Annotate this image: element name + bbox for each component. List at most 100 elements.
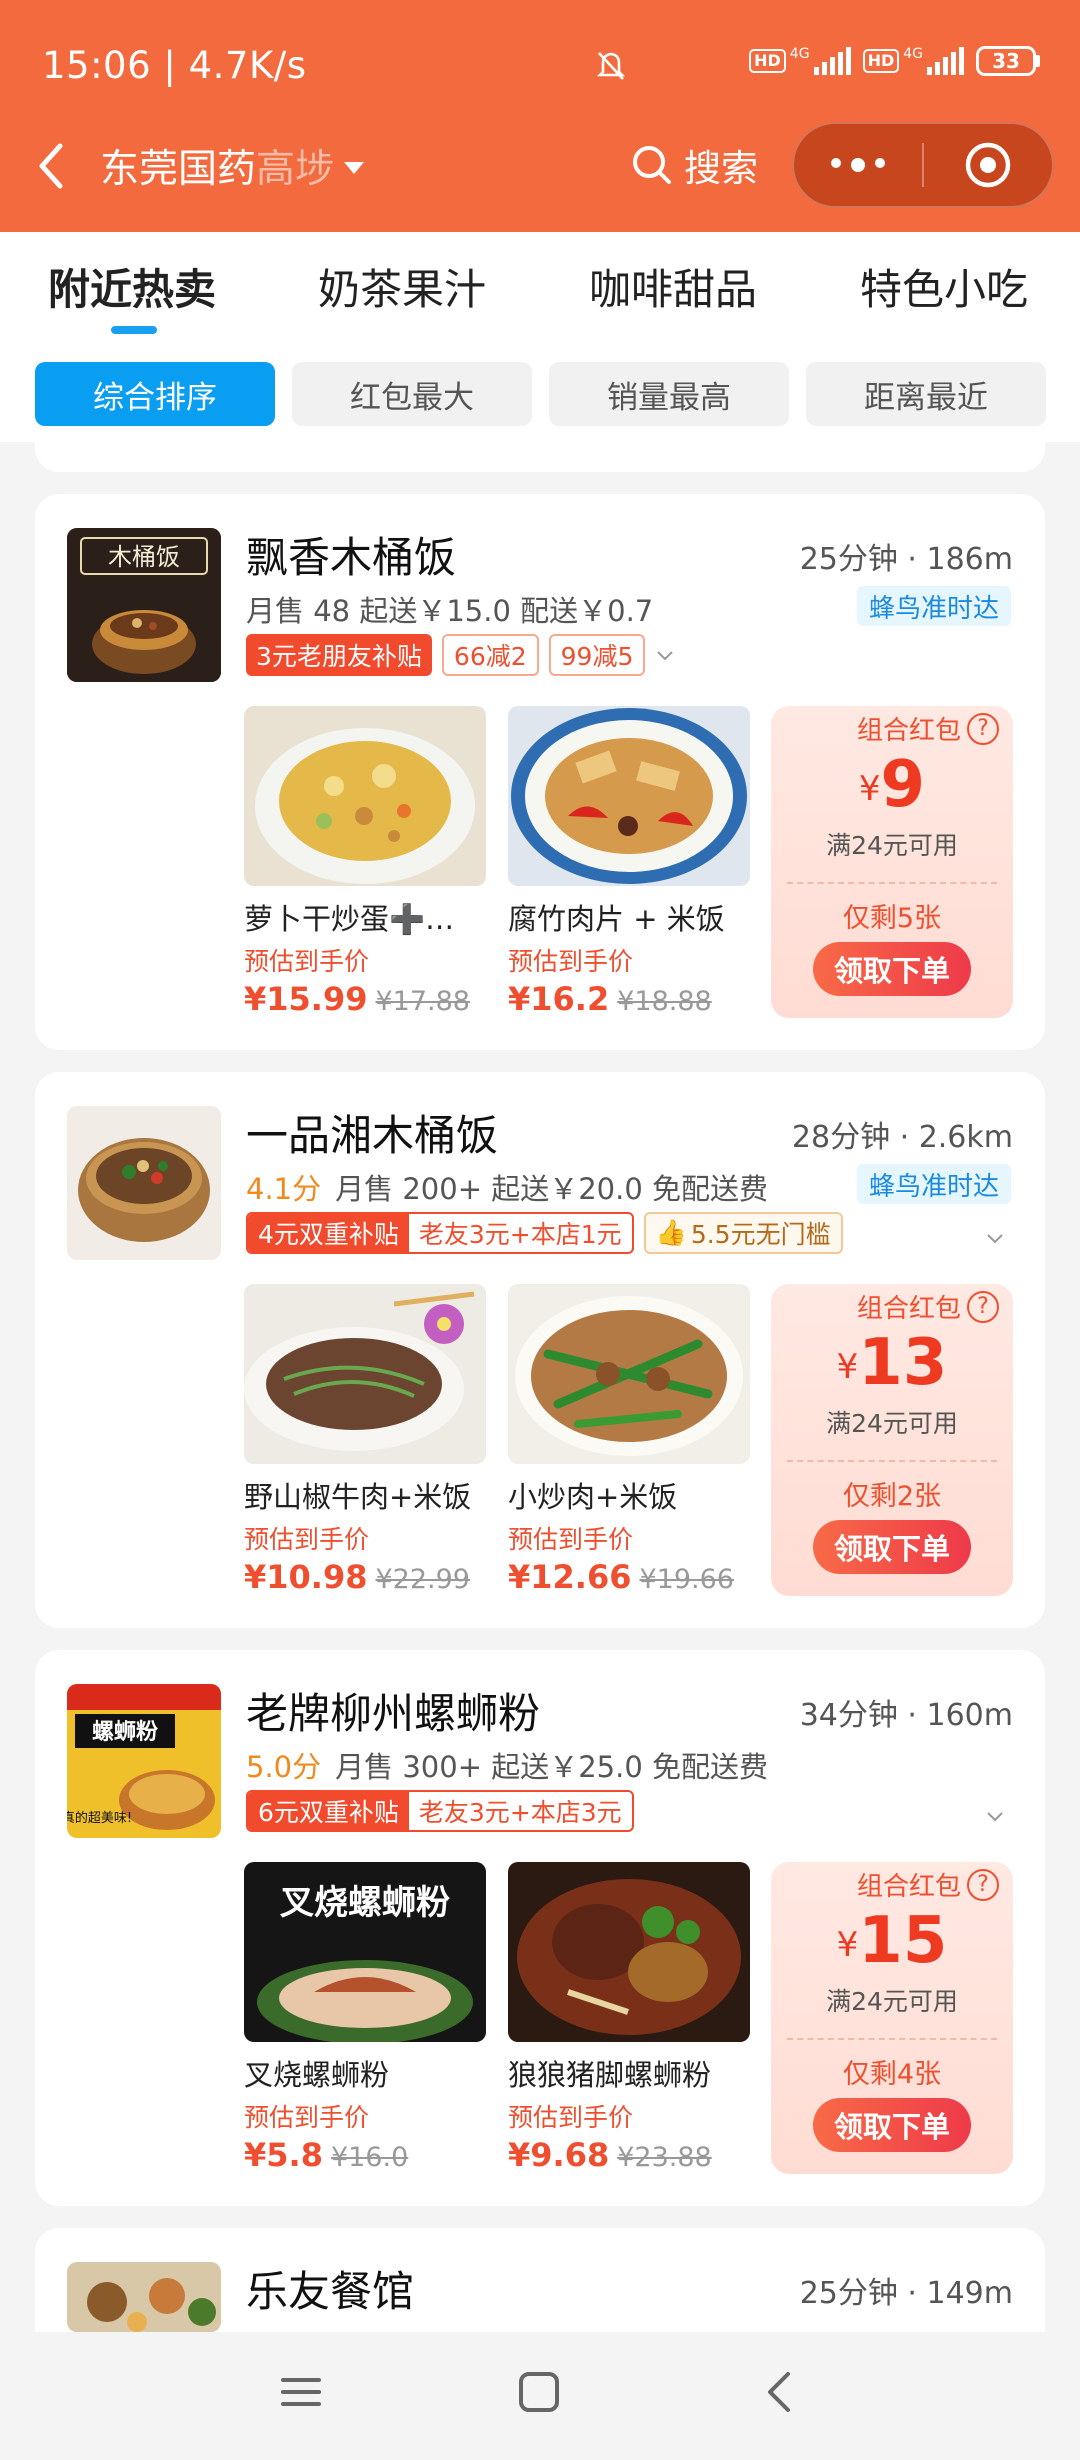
search-icon <box>633 146 671 184</box>
claim-order-button[interactable]: 领取下单 <box>813 942 971 996</box>
store-name: 一品湘木桶饭 <box>246 1111 499 1160</box>
battery-icon: 33 <box>976 46 1040 76</box>
dish-image <box>244 1284 486 1464</box>
claim-order-button[interactable]: 领取下单 <box>813 1520 971 1574</box>
dish-price: ¥5.8 ¥16.0 <box>244 2136 409 2174</box>
store-name: 飘香木桶饭 <box>246 533 457 582</box>
promo-tag: 4元双重补贴 老友3元+本店1元 <box>246 1212 634 1254</box>
dish-image <box>508 1284 750 1464</box>
price-label: 预估到手价 <box>508 1525 634 1554</box>
signal-bars-icon <box>813 47 851 75</box>
tab-nearby-hot[interactable]: 附近热卖 <box>48 256 216 317</box>
promo-tags: 4元双重补贴 老友3元+本店1元 👍 5.5元无门槛 <box>246 1212 843 1254</box>
dish-image <box>508 706 750 886</box>
promo-tag: 66减2 <box>441 634 539 676</box>
status-bar: 15:06 | 4.7K/s HD 4G HD 4G 33 <box>0 0 1080 136</box>
dish-price: ¥16.2 ¥18.88 <box>508 980 712 1018</box>
dish-item[interactable]: 腐竹肉片 + 米饭 预估到手价 ¥16.2 ¥18.88 <box>508 706 750 1018</box>
filter-max-coupon[interactable]: 红包最大 <box>292 362 532 426</box>
dish-price: ¥15.99 ¥17.88 <box>244 980 470 1018</box>
promo-tags: 6元双重补贴 老友3元+本店3元 <box>246 1790 634 1832</box>
chevron-down-icon[interactable] <box>655 645 675 665</box>
coupon-condition: 满24元可用 <box>826 1987 958 2016</box>
store-logo <box>67 1106 221 1260</box>
store-meta: 4.1分 月售 200+ 起送￥20.0 免配送费 <box>246 1172 769 1206</box>
dish-image <box>508 1862 750 2042</box>
dish-item[interactable]: 小炒肉+米饭 预估到手价 ¥12.66 ¥19.66 <box>508 1284 750 1596</box>
promo-tag: 99减5 <box>548 634 646 676</box>
back-icon[interactable] <box>758 2370 802 2414</box>
tab-milk-tea[interactable]: 奶茶果汁 <box>318 256 486 317</box>
delivery-badge: 蜂鸟准时达 <box>856 586 1011 626</box>
promo-tag: 3元老朋友补贴 <box>246 634 432 676</box>
store-name: 老牌柳州螺蛳粉 <box>246 1689 541 1738</box>
chevron-down-icon[interactable] <box>985 1806 1005 1826</box>
tab-coffee-dessert[interactable]: 咖啡甜品 <box>589 256 757 317</box>
help-icon[interactable]: ? <box>967 712 1000 745</box>
previous-card-bottom <box>35 442 1045 472</box>
store-card[interactable]: 木桶饭 飘香木桶饭 25分钟 · 186m 月售 48 起送￥15.0 配送￥0… <box>35 494 1045 1050</box>
price-label: 预估到手价 <box>244 1525 370 1554</box>
store-name: 乐友餐馆 <box>246 2267 415 2316</box>
thumb-icon: 👍 <box>655 1218 687 1247</box>
tab-snacks[interactable]: 特色小吃 <box>860 256 1028 317</box>
chevron-down-icon[interactable] <box>985 1228 1005 1248</box>
filter-overall[interactable]: 综合排序 <box>35 362 275 426</box>
combo-coupon: 组合红包? ¥15 满24元可用 仅剩4张 领取下单 <box>771 1862 1013 2174</box>
delivery-badge: 蜂鸟准时达 <box>856 1164 1011 1204</box>
combo-coupon: 组合红包? ¥9 满24元可用 仅剩5张 领取下单 <box>771 706 1013 1018</box>
promo-tag: 👍 5.5元无门槛 <box>643 1212 843 1254</box>
dish-price: ¥10.98 ¥22.99 <box>244 1558 470 1596</box>
help-icon[interactable]: ? <box>967 1290 1000 1323</box>
store-rating: 5.0分 <box>246 1750 322 1784</box>
filter-top-sales[interactable]: 销量最高 <box>549 362 789 426</box>
location-selector[interactable]: 东莞国药 高埗 <box>100 138 365 194</box>
miniprogram-capsule <box>792 122 1054 208</box>
svg-text:螺蛳粉: 螺蛳粉 <box>92 1720 158 1745</box>
svg-text:叉烧螺蛳粉: 叉烧螺蛳粉 <box>280 1883 450 1923</box>
claim-order-button[interactable]: 领取下单 <box>813 2098 971 2152</box>
coupon-condition: 满24元可用 <box>826 1409 958 1438</box>
dish-price: ¥9.68 ¥23.88 <box>508 2136 712 2174</box>
svg-text:木桶饭: 木桶饭 <box>108 543 180 571</box>
signal-bars-icon <box>927 47 964 75</box>
coupon-condition: 满24元可用 <box>826 831 958 860</box>
coupon-remaining: 仅剩4张 <box>842 2059 942 2090</box>
dish-name: 腐竹肉片 + 米饭 <box>508 902 725 936</box>
dropdown-caret-icon <box>344 162 365 174</box>
svg-text:真的超美味!: 真的超美味! <box>67 1810 132 1826</box>
store-eta: 25分钟 · 186m <box>799 542 1013 577</box>
app-header: 15:06 | 4.7K/s HD 4G HD 4G 33 东莞国药 高埗 搜索 <box>0 0 1080 232</box>
signal-2: HD 4G <box>862 47 964 75</box>
help-icon[interactable]: ? <box>967 1868 1000 1901</box>
store-card[interactable]: 一品湘木桶饭 28分钟 · 2.6km 4.1分 月售 200+ 起送￥20.0 … <box>35 1072 1045 1628</box>
filter-nearest[interactable]: 距离最近 <box>806 362 1046 426</box>
coupon-amount: ¥15 <box>836 1904 948 1978</box>
store-rating: 4.1分 <box>246 1172 322 1206</box>
coupon-title: 组合红包? <box>857 710 1000 747</box>
more-menu-icon[interactable] <box>794 158 922 172</box>
coupon-title: 组合红包? <box>857 1288 1000 1325</box>
dish-name: 小炒肉+米饭 <box>508 1480 678 1514</box>
home-icon[interactable] <box>517 2370 561 2414</box>
dish-item[interactable]: 野山椒牛肉+米饭 预估到手价 ¥10.98 ¥22.99 <box>244 1284 486 1596</box>
close-miniprogram-icon[interactable] <box>924 140 1052 190</box>
coupon-amount: ¥9 <box>858 748 926 822</box>
signal-1: HD 4G <box>749 47 851 75</box>
dish-item[interactable]: 狼狼猪脚螺蛳粉 预估到手价 ¥9.68 ¥23.88 <box>508 1862 750 2174</box>
promo-tag: 6元双重补贴 老友3元+本店3元 <box>246 1790 634 1832</box>
store-card[interactable]: 乐友餐馆 25分钟 · 149m <box>35 2228 1045 2332</box>
dish-image <box>244 706 486 886</box>
dish-item[interactable]: 叉烧螺蛳粉 叉烧螺蛳粉 预估到手价 ¥5.8 ¥16.0 <box>244 1862 486 2174</box>
dish-item[interactable]: 萝卜干炒蛋➕… 预估到手价 ¥15.99 ¥17.88 <box>244 706 486 1018</box>
search-button[interactable]: 搜索 <box>630 138 758 192</box>
promo-tags: 3元老朋友补贴 66减2 99减5 <box>246 634 675 676</box>
nav-row: 东莞国药 高埗 搜索 <box>0 118 1080 214</box>
store-card[interactable]: 螺蛳粉 真的超美味! 老牌柳州螺蛳粉 34分钟 · 160m 5.0分 月售 30… <box>35 1650 1045 2206</box>
store-eta: 34分钟 · 160m <box>799 1698 1013 1733</box>
dish-name: 狼狼猪脚螺蛳粉 <box>508 2058 712 2092</box>
back-arrow-icon[interactable] <box>30 140 74 192</box>
dish-price: ¥12.66 ¥19.66 <box>508 1558 734 1596</box>
price-label: 预估到手价 <box>508 947 634 976</box>
menu-icon[interactable] <box>279 2370 323 2414</box>
